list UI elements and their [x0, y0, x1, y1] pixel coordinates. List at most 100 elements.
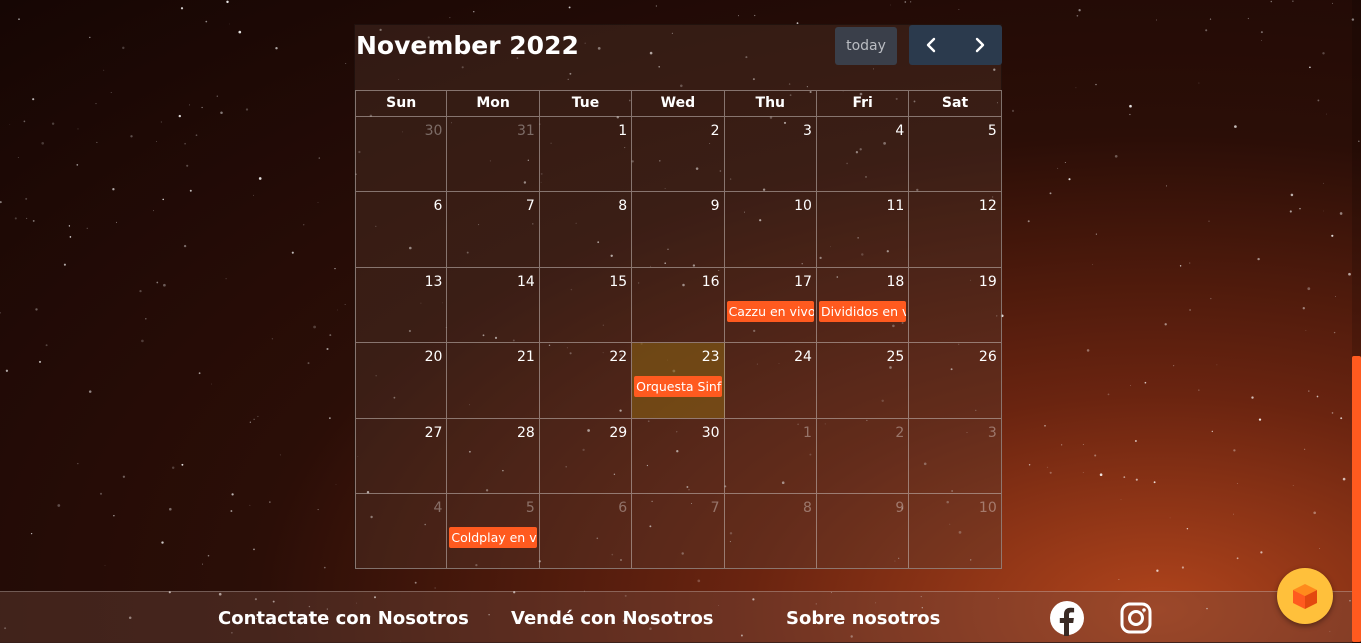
day-number[interactable]: 12	[979, 198, 997, 214]
day-cell[interactable]: 7	[632, 493, 725, 569]
day-cell[interactable]: 30	[355, 117, 448, 192]
day-number[interactable]: 16	[702, 274, 720, 290]
day-cell[interactable]: 6	[540, 493, 633, 569]
day-number[interactable]: 7	[526, 198, 535, 214]
day-cell[interactable]: 2	[632, 117, 725, 192]
calendar-event[interactable]: Coldplay en vi	[449, 526, 537, 548]
day-cell[interactable]: 7	[447, 192, 540, 267]
day-cell[interactable]: 3	[909, 418, 1002, 493]
day-cell[interactable]: 5 Coldplay en vi	[447, 493, 540, 569]
day-cell[interactable]: 3	[725, 117, 817, 192]
day-number[interactable]: 19	[979, 274, 997, 290]
day-cell[interactable]: 11	[817, 192, 910, 267]
day-cell[interactable]: 30	[632, 418, 725, 493]
day-cell[interactable]: 8	[725, 493, 817, 569]
weekday-fri: Fri	[817, 91, 910, 116]
day-cell[interactable]: 27	[355, 418, 448, 493]
day-cell[interactable]: 19	[909, 267, 1002, 343]
day-cell-today[interactable]: 23 Orquesta Sinfo	[632, 343, 725, 418]
day-number[interactable]: 31	[517, 123, 535, 139]
sell-with-us-link[interactable]: Vendé con Nosotros	[511, 608, 714, 629]
day-number[interactable]: 3	[803, 123, 812, 139]
instagram-icon[interactable]	[1118, 600, 1154, 636]
day-number[interactable]: 1	[803, 425, 812, 441]
day-number[interactable]: 15	[609, 274, 627, 290]
day-cell[interactable]: 14	[447, 267, 540, 343]
day-number[interactable]: 30	[702, 425, 720, 441]
day-cell[interactable]: 17 Cazzu en vivo	[725, 267, 817, 343]
day-number[interactable]: 21	[517, 349, 535, 365]
day-number[interactable]: 24	[794, 349, 812, 365]
day-number[interactable]: 23	[702, 349, 720, 365]
day-cell[interactable]: 1	[725, 418, 817, 493]
day-number[interactable]: 5	[526, 500, 535, 516]
day-number[interactable]: 20	[425, 349, 443, 365]
day-cell[interactable]: 4	[355, 493, 448, 569]
day-number[interactable]: 7	[711, 500, 720, 516]
day-number[interactable]: 11	[887, 198, 905, 214]
day-cell[interactable]: 25	[817, 343, 910, 418]
day-cell[interactable]: 16	[632, 267, 725, 343]
day-number[interactable]: 27	[425, 425, 443, 441]
day-number[interactable]: 1	[618, 123, 627, 139]
day-cell[interactable]: 4	[817, 117, 910, 192]
day-cell[interactable]: 22	[540, 343, 633, 418]
day-cell[interactable]: 6	[355, 192, 448, 267]
day-number[interactable]: 25	[887, 349, 905, 365]
day-cell[interactable]: 15	[540, 267, 633, 343]
day-cell[interactable]: 9	[632, 192, 725, 267]
day-number[interactable]: 4	[895, 123, 904, 139]
site-footer: Contactate con Nosotros Vendé con Nosotr…	[0, 591, 1352, 643]
day-cell[interactable]: 9	[817, 493, 910, 569]
calendar-event[interactable]: Cazzu en vivo	[726, 300, 814, 322]
day-cell[interactable]: 2	[817, 418, 910, 493]
day-cell[interactable]: 13	[355, 267, 448, 343]
next-month-button[interactable]	[956, 25, 1003, 65]
day-cell[interactable]: 28	[447, 418, 540, 493]
day-number[interactable]: 28	[517, 425, 535, 441]
day-number[interactable]: 9	[711, 198, 720, 214]
day-number[interactable]: 13	[425, 274, 443, 290]
facebook-icon[interactable]	[1049, 600, 1085, 636]
day-cell[interactable]: 21	[447, 343, 540, 418]
day-number[interactable]: 8	[803, 500, 812, 516]
day-number[interactable]: 18	[887, 274, 905, 290]
day-number[interactable]: 10	[979, 500, 997, 516]
day-cell[interactable]: 29	[540, 418, 633, 493]
contact-link[interactable]: Contactate con Nosotros	[218, 608, 469, 629]
day-cell[interactable]: 31	[447, 117, 540, 192]
day-cell[interactable]: 12	[909, 192, 1002, 267]
day-number[interactable]: 17	[794, 274, 812, 290]
day-cell[interactable]: 1	[540, 117, 633, 192]
calendar-event[interactable]: Orquesta Sinfo	[634, 376, 722, 398]
about-us-link[interactable]: Sobre nosotros	[786, 608, 940, 629]
day-number[interactable]: 2	[711, 123, 720, 139]
day-number[interactable]: 2	[895, 425, 904, 441]
day-cell[interactable]: 24	[725, 343, 817, 418]
day-number[interactable]: 29	[609, 425, 627, 441]
widget-launcher-button[interactable]	[1277, 568, 1333, 624]
day-number[interactable]: 14	[517, 274, 535, 290]
day-number[interactable]: 22	[609, 349, 627, 365]
day-number[interactable]: 30	[425, 123, 443, 139]
day-number[interactable]: 3	[988, 425, 997, 441]
day-cell[interactable]: 18 Divididos en v	[817, 267, 910, 343]
day-number[interactable]: 4	[433, 500, 442, 516]
day-number[interactable]: 8	[618, 198, 627, 214]
day-number[interactable]: 9	[895, 500, 904, 516]
day-cell[interactable]: 10	[725, 192, 817, 267]
day-number[interactable]: 5	[988, 123, 997, 139]
day-number[interactable]: 26	[979, 349, 997, 365]
today-button[interactable]: today	[835, 27, 897, 65]
day-cell[interactable]: 5	[909, 117, 1002, 192]
page-scrollbar-thumb[interactable]	[1352, 356, 1361, 642]
day-number[interactable]: 6	[433, 198, 442, 214]
prev-month-button[interactable]	[909, 25, 956, 65]
day-number[interactable]: 10	[794, 198, 812, 214]
day-cell[interactable]: 26	[909, 343, 1002, 418]
day-cell[interactable]: 8	[540, 192, 633, 267]
day-cell[interactable]: 20	[355, 343, 448, 418]
day-cell[interactable]: 10	[909, 493, 1002, 569]
calendar-event[interactable]: Divididos en v	[818, 300, 907, 322]
day-number[interactable]: 6	[618, 500, 627, 516]
